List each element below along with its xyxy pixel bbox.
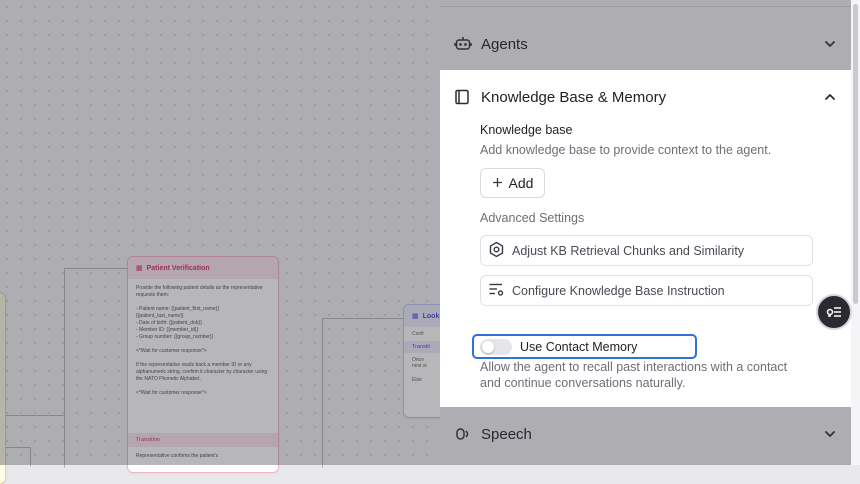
- add-label: Add: [508, 175, 534, 191]
- knowledge-base-description: Add knowledge base to provide context to…: [480, 143, 772, 157]
- plus-icon: [492, 175, 503, 191]
- hexagon-settings-icon: [488, 241, 505, 261]
- section-title: Knowledge Base & Memory: [481, 88, 667, 106]
- advanced-settings-label: Advanced Settings: [480, 211, 585, 225]
- toggle-knob: [482, 340, 494, 353]
- list-settings-icon: [488, 281, 505, 301]
- section-knowledge-base-memory: Knowledge Base & Memory Knowledge base A…: [440, 70, 851, 407]
- list-filter-icon[interactable]: [816, 294, 852, 330]
- book-icon: [454, 88, 472, 106]
- knowledge-base-label: Knowledge base: [480, 123, 573, 137]
- adjust-kb-retrieval-button[interactable]: Adjust KB Retrieval Chunks and Similarit…: [480, 235, 813, 266]
- option-label: Adjust KB Retrieval Chunks and Similarit…: [512, 243, 745, 258]
- configure-kb-instruction-button[interactable]: Configure Knowledge Base Instruction: [480, 275, 813, 306]
- section-header[interactable]: Knowledge Base & Memory: [440, 70, 851, 124]
- add-knowledge-base-button[interactable]: Add: [480, 168, 545, 198]
- contact-memory-description: Allow the agent to recall past interacti…: [480, 360, 788, 390]
- scrollbar-thumb[interactable]: [853, 4, 858, 304]
- contact-memory-toggle-row[interactable]: Use Contact Memory: [472, 334, 697, 359]
- panel-scrollbar[interactable]: [851, 0, 860, 465]
- contact-memory-toggle[interactable]: [480, 338, 512, 355]
- chevron-up-icon[interactable]: [823, 90, 837, 104]
- contact-memory-label: Use Contact Memory: [520, 339, 638, 354]
- option-label: Configure Knowledge Base Instruction: [512, 283, 725, 298]
